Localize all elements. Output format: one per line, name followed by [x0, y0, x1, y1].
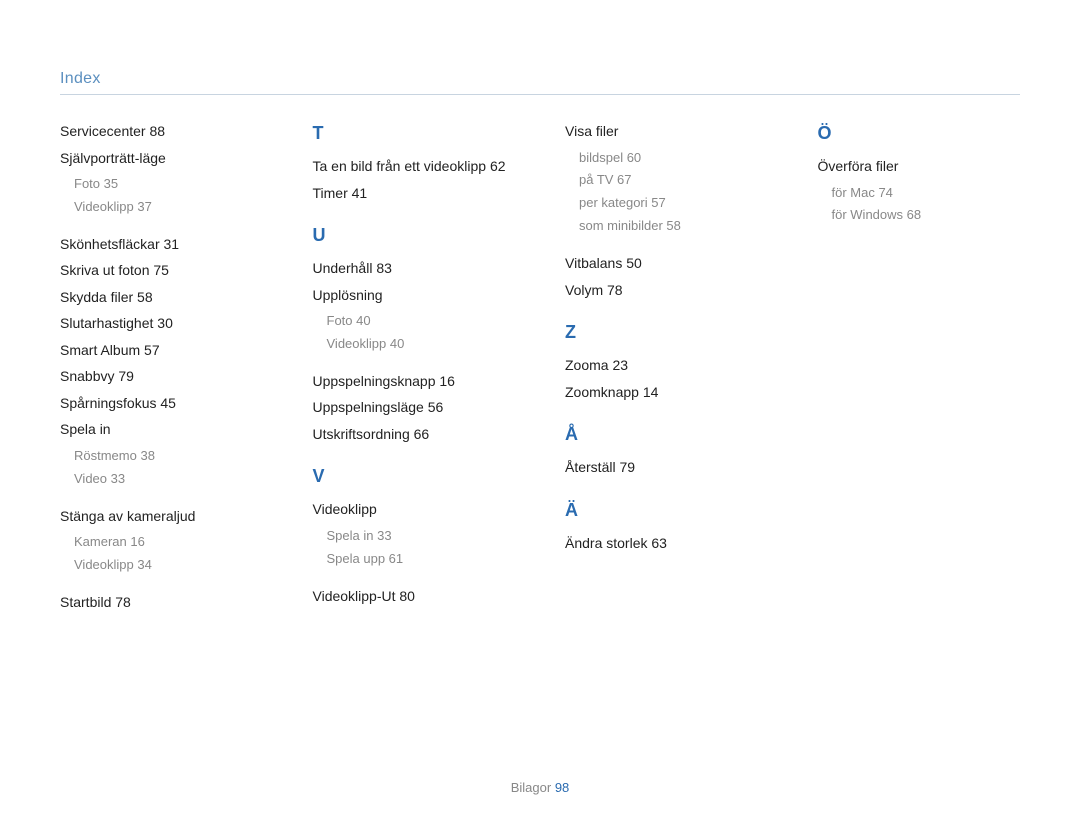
footer-label: Bilagor [511, 780, 551, 795]
footer-page-number: 98 [555, 780, 569, 795]
index-page: Index Servicecenter 88 Självporträtt-läge… [0, 0, 1080, 815]
index-entry: Volym 78 [565, 282, 768, 300]
index-entry: Spela in [60, 421, 263, 439]
index-entry: Videoklipp [313, 501, 516, 519]
index-col-4: Ö Överföra filer för Mac 74 för Windows 68 [818, 123, 1021, 620]
spacer [565, 410, 768, 424]
index-subentry: Video 33 [74, 471, 263, 488]
index-entry: Startbild 78 [60, 594, 263, 612]
section-letter: Z [565, 322, 768, 343]
spacer [565, 486, 768, 500]
spacer [313, 359, 516, 373]
index-entry: Skönhetsfläckar 31 [60, 236, 263, 254]
index-subentry: Foto 40 [327, 313, 516, 330]
index-entry: Zooma 23 [565, 357, 768, 375]
index-subentry: Foto 35 [74, 176, 263, 193]
section-letter: U [313, 225, 516, 246]
index-entry: Ändra storlek 63 [565, 535, 768, 553]
index-entry: Utskriftsordning 66 [313, 426, 516, 444]
index-entry: Snabbvy 79 [60, 368, 263, 386]
index-subentry: Kameran 16 [74, 534, 263, 551]
index-entry: Visa filer [565, 123, 768, 141]
index-subentry: Videoklipp 34 [74, 557, 263, 574]
spacer [60, 580, 263, 594]
index-col-1: Servicecenter 88 Självporträtt-läge Foto 3… [60, 123, 263, 620]
spacer [313, 452, 516, 466]
index-entry: Överföra filer [818, 158, 1021, 176]
index-entry: Zoomknapp 14 [565, 384, 768, 402]
index-entry: Videoklipp-Ut 80 [313, 588, 516, 606]
index-subentry: Röstmemo 38 [74, 448, 263, 465]
index-subentry: per kategori 57 [579, 195, 768, 212]
index-subentry: för Mac 74 [832, 185, 1021, 202]
section-letter: Ä [565, 500, 768, 521]
index-subentry: Spela in 33 [327, 528, 516, 545]
index-entry: Slutarhastighet 30 [60, 315, 263, 333]
index-subentry: Spela upp 61 [327, 551, 516, 568]
index-subentry: som minibilder 58 [579, 218, 768, 235]
index-subentry: Videoklipp 40 [327, 336, 516, 353]
index-entry: Uppspelningsläge 56 [313, 399, 516, 417]
index-subentry: för Windows 68 [832, 207, 1021, 224]
index-entry: Servicecenter 88 [60, 123, 263, 141]
index-entry: Ta en bild från ett videoklipp 62 [313, 158, 516, 176]
spacer [565, 241, 768, 255]
index-subentry: bildspel 60 [579, 150, 768, 167]
index-entry: Återställ 79 [565, 459, 768, 477]
index-subentry: Videoklipp 37 [74, 199, 263, 216]
spacer [313, 211, 516, 225]
section-letter: Ö [818, 123, 1021, 144]
section-letter: T [313, 123, 516, 144]
index-entry: Självporträtt-läge [60, 150, 263, 168]
index-entry: Vitbalans 50 [565, 255, 768, 273]
index-subentry: på TV 67 [579, 172, 768, 189]
spacer [60, 494, 263, 508]
index-entry: Smart Album 57 [60, 342, 263, 360]
index-entry: Uppspelningsknapp 16 [313, 373, 516, 391]
index-entry: Upplösning [313, 287, 516, 305]
section-letter: Å [565, 424, 768, 445]
index-entry: Skriva ut foton 75 [60, 262, 263, 280]
spacer [313, 574, 516, 588]
index-entry: Skydda filer 58 [60, 289, 263, 307]
index-entry: Stänga av kameraljud [60, 508, 263, 526]
index-col-3: Visa filer bildspel 60 på TV 67 per kategor… [565, 123, 768, 620]
page-footer: Bilagor 98 [0, 780, 1080, 795]
index-columns: Servicecenter 88 Självporträtt-läge Foto 3… [60, 123, 1020, 620]
index-col-2: T Ta en bild från ett videoklipp 62 Timer … [313, 123, 516, 620]
index-entry: Spårningsfokus 45 [60, 395, 263, 413]
spacer [60, 222, 263, 236]
spacer [565, 308, 768, 322]
page-title: Index [60, 70, 1020, 95]
section-letter: V [313, 466, 516, 487]
index-entry: Underhåll 83 [313, 260, 516, 278]
index-entry: Timer 41 [313, 185, 516, 203]
